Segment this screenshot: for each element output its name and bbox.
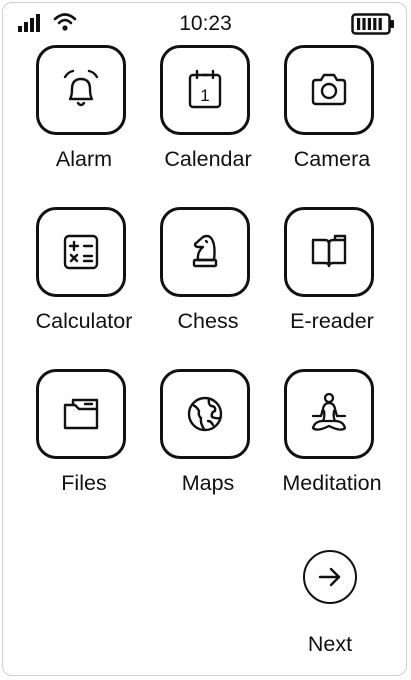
app-chess[interactable]: Chess (146, 207, 270, 357)
app-files[interactable]: Files (22, 369, 146, 519)
svg-text:1: 1 (200, 86, 209, 105)
status-bar: 10:23 (0, 0, 411, 46)
app-label: E-reader (290, 309, 374, 333)
calendar-icon[interactable]: 1 (160, 45, 250, 135)
globe-icon[interactable] (160, 369, 250, 459)
bell-icon[interactable] (36, 45, 126, 135)
folder-icon[interactable] (36, 369, 126, 459)
calculator-icon[interactable] (36, 207, 126, 297)
app-meditation[interactable]: Meditation (270, 369, 394, 519)
app-calculator[interactable]: Calculator (22, 207, 146, 357)
app-e-reader[interactable]: E-reader (270, 207, 394, 357)
battery-full-icon (351, 13, 395, 35)
next-label: Next (307, 632, 353, 656)
meditation-icon[interactable] (284, 369, 374, 459)
book-icon[interactable] (284, 207, 374, 297)
app-calendar[interactable]: 1 Calendar (146, 45, 270, 195)
camera-icon[interactable] (284, 45, 374, 135)
app-alarm[interactable]: Alarm (22, 45, 146, 195)
app-label: Camera (293, 147, 371, 171)
chess-knight-icon[interactable] (160, 207, 250, 297)
next-button[interactable]: Next (290, 545, 370, 665)
app-maps[interactable]: Maps (146, 369, 270, 519)
app-label: Meditation (282, 471, 382, 495)
status-time: 10:23 (179, 12, 232, 35)
arrow-right-circle-icon[interactable] (303, 550, 357, 604)
app-camera[interactable]: Camera (270, 45, 394, 195)
